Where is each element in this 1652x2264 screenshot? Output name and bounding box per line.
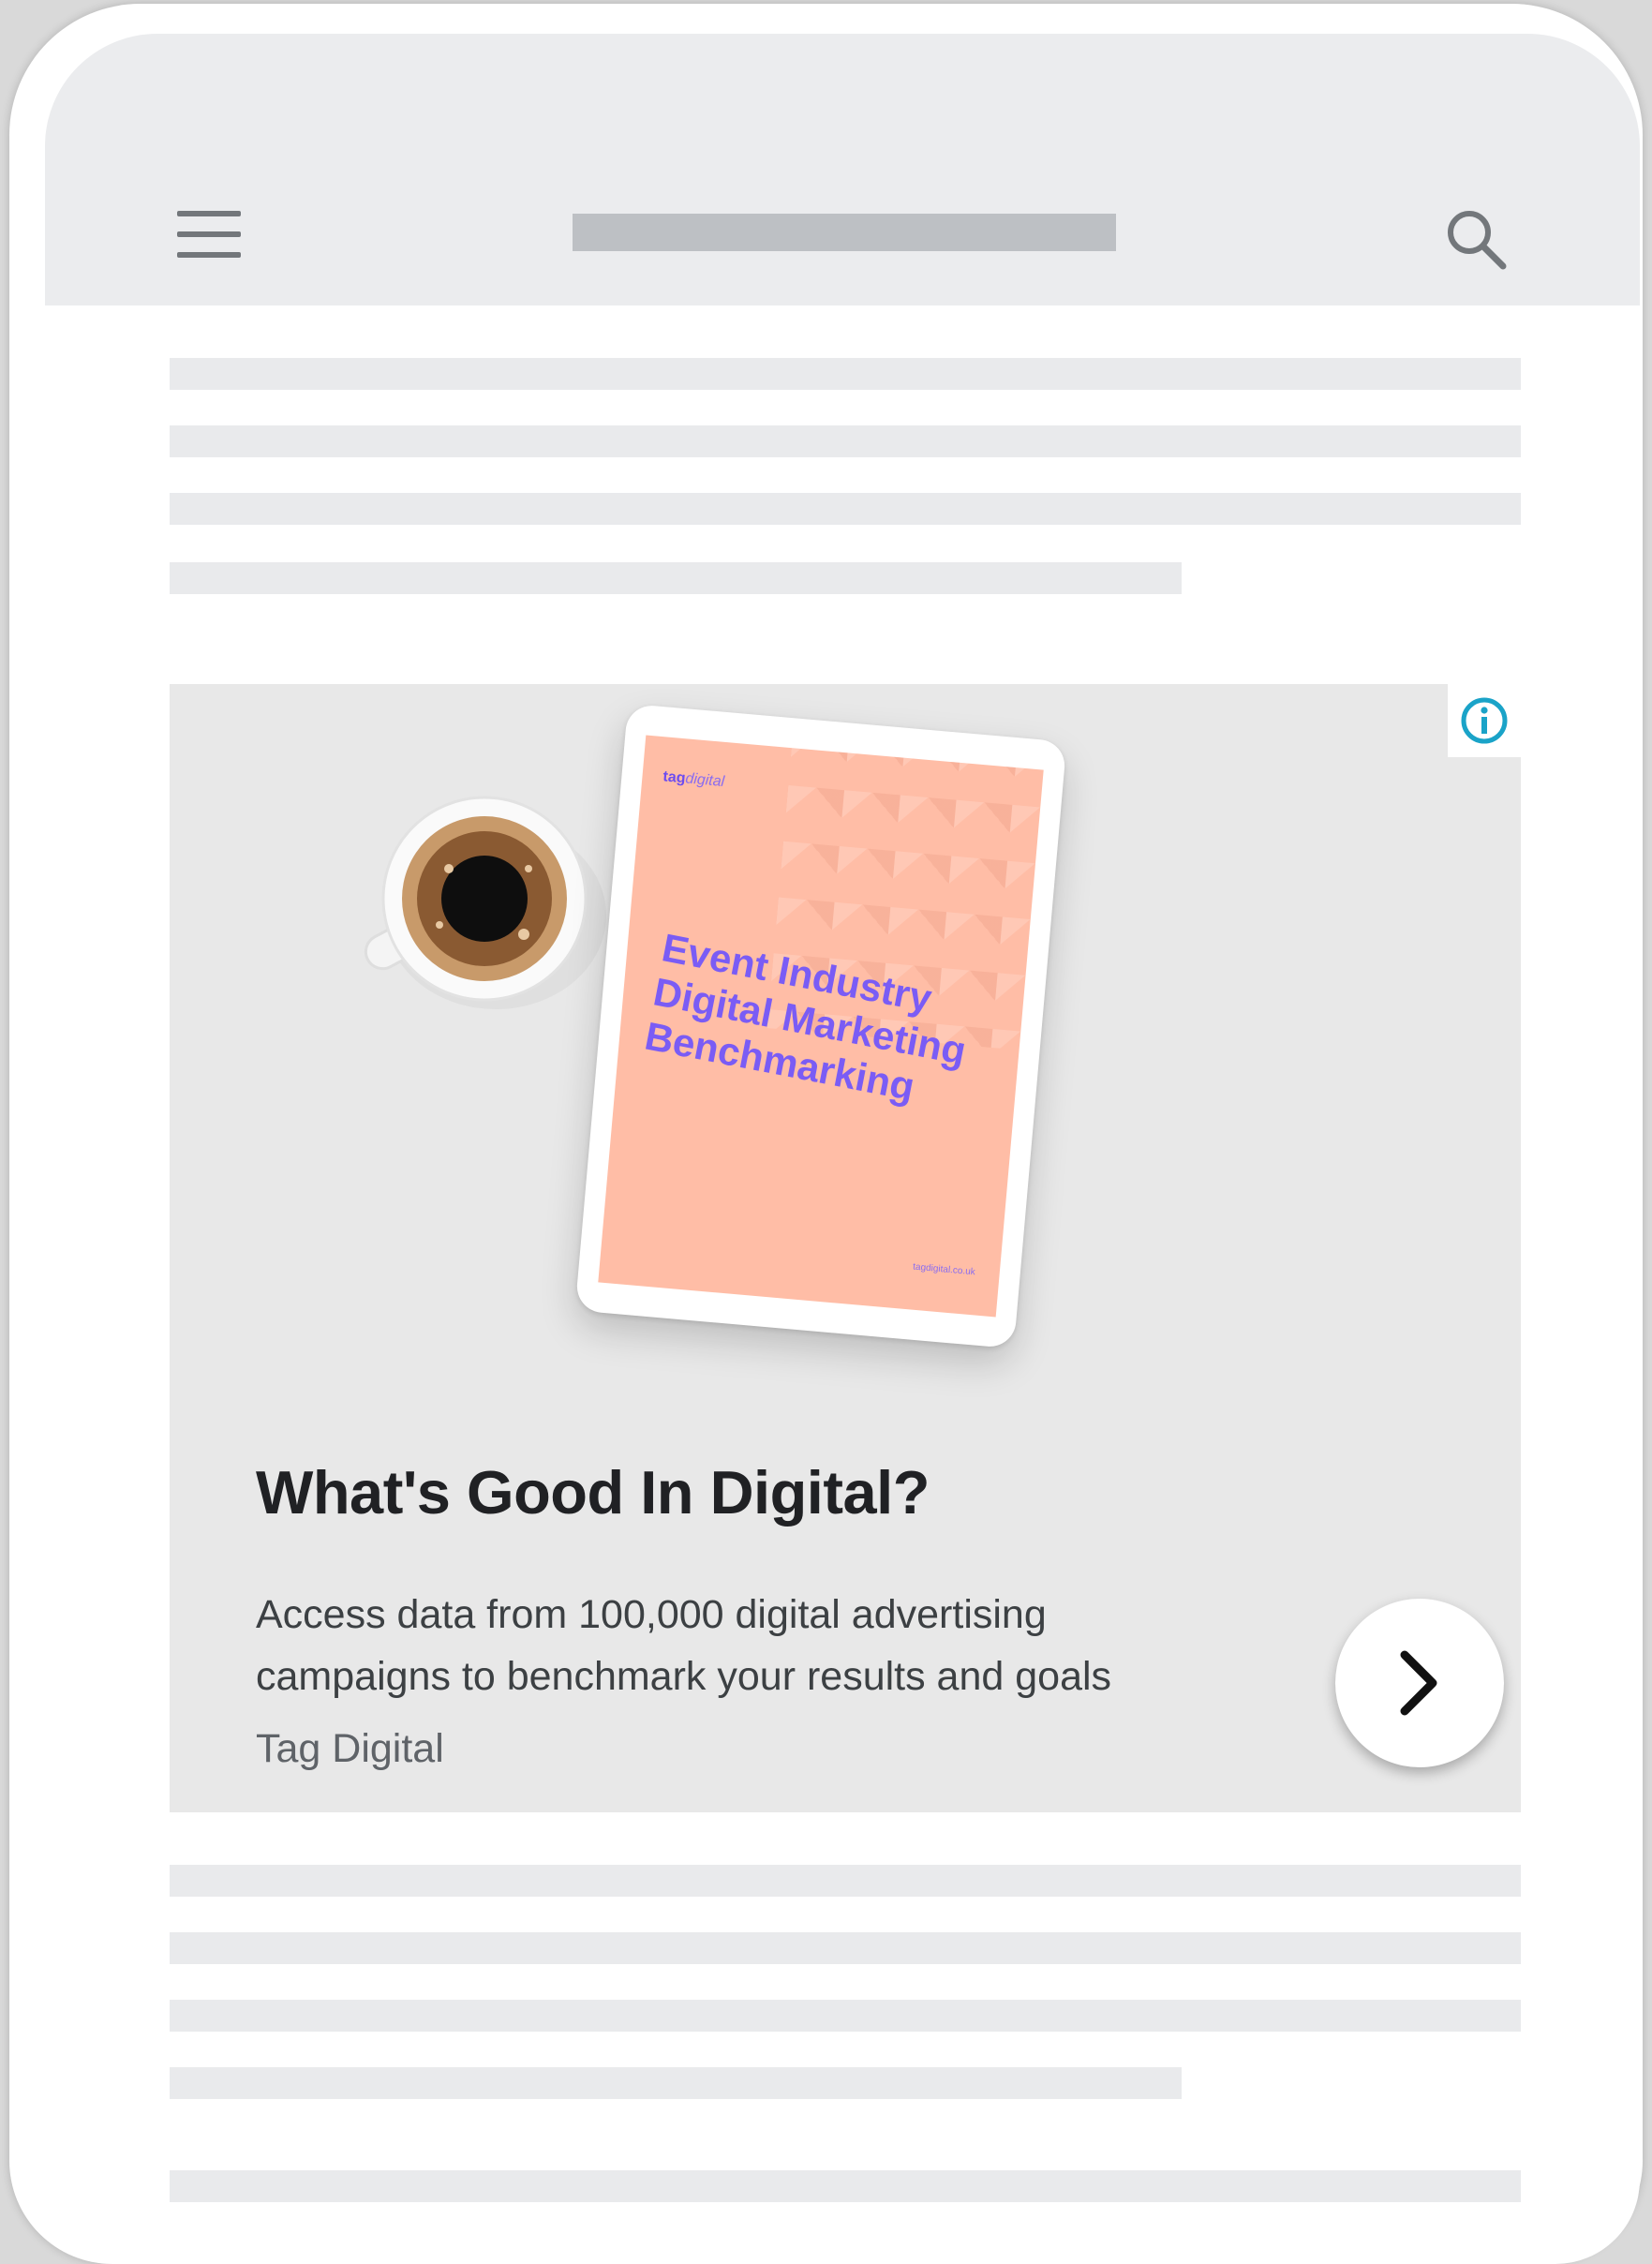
content-placeholder-line [170,562,1182,594]
info-icon [1461,697,1508,744]
content-placeholder-line [170,1932,1521,1964]
ad-advertiser: Tag Digital [256,1726,444,1771]
phone-frame: tagdigital Event Industry Digital Market… [9,4,1643,2264]
hamburger-menu-icon[interactable] [177,211,241,260]
chevron-right-icon [1400,1650,1437,1716]
app-bar [45,34,1640,305]
search-icon[interactable] [1439,202,1514,277]
content-placeholder-line [170,2170,1521,2202]
title-placeholder [573,214,1116,251]
coffee-cup-image [346,794,608,1009]
ad-info-button[interactable] [1448,684,1521,757]
ad-headline[interactable]: What's Good In Digital? [256,1457,930,1527]
native-ad[interactable]: tagdigital Event Industry Digital Market… [170,684,1521,1812]
creative-url: tagdigital.co.uk [912,1261,976,1278]
content-placeholder-line [170,493,1521,525]
content-placeholder-line [170,1865,1521,1897]
phone-screen: tagdigital Event Industry Digital Market… [45,34,1640,2264]
ad-cta-button[interactable] [1335,1599,1504,1767]
content-placeholder-line [170,2000,1521,2032]
tablet-creative-image: tagdigital Event Industry Digital Market… [574,703,1067,1349]
content-placeholder-line [170,2067,1182,2099]
ad-description: Access data from 100,000 digital adverti… [256,1592,1112,1699]
tablet-screen: tagdigital Event Industry Digital Market… [598,735,1044,1318]
creative-brand-logo: tagdigital [662,768,725,791]
content-placeholder-line [170,425,1521,457]
content-placeholder-line [170,358,1521,390]
